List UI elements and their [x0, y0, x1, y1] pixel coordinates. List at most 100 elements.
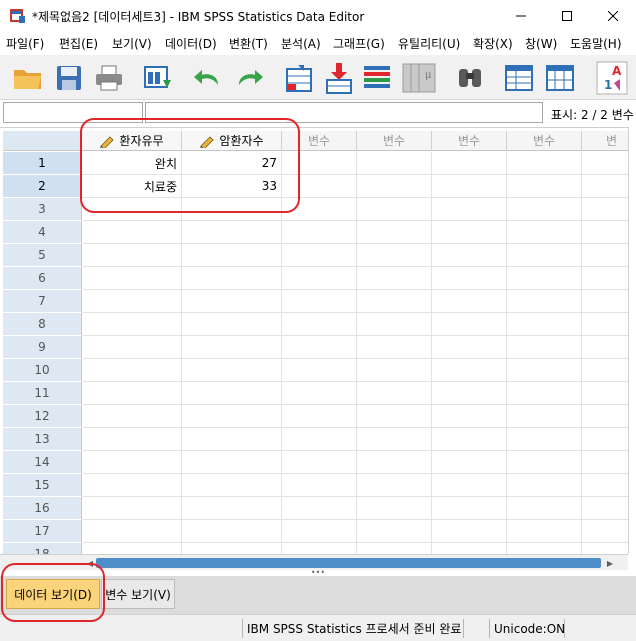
grid-cell[interactable] [582, 405, 628, 428]
close-button[interactable] [590, 0, 636, 31]
grid-cell[interactable] [282, 267, 357, 290]
grid-cell[interactable] [357, 244, 432, 267]
tab-data-view[interactable]: 데이터 보기(D) [6, 579, 100, 609]
grid-cell[interactable] [82, 359, 182, 382]
grid-cell[interactable] [82, 313, 182, 336]
maximize-button[interactable] [544, 0, 590, 31]
grid-cell[interactable] [357, 267, 432, 290]
row-header[interactable]: 3 [3, 198, 82, 221]
grid-cell[interactable] [582, 244, 628, 267]
grid-cell[interactable] [282, 244, 357, 267]
grid-cell[interactable] [507, 221, 582, 244]
grid-cell[interactable] [182, 221, 282, 244]
grid-cell[interactable] [282, 152, 357, 175]
column-header[interactable]: 변수 [432, 131, 507, 151]
grid-cell[interactable] [182, 428, 282, 451]
grid-cell[interactable] [582, 336, 628, 359]
grid-cell[interactable] [507, 497, 582, 520]
grid-cell[interactable] [357, 520, 432, 543]
grid-cell[interactable] [432, 244, 507, 267]
grid-cell[interactable] [507, 520, 582, 543]
grid-cell[interactable] [82, 267, 182, 290]
grid-cell[interactable] [282, 382, 357, 405]
grid-cell[interactable] [182, 313, 282, 336]
column-header[interactable]: 변수 [357, 131, 432, 151]
go-to-case-button[interactable] [281, 60, 317, 96]
grid-cell[interactable] [507, 244, 582, 267]
grid-cell[interactable] [432, 267, 507, 290]
grid-cell[interactable] [282, 451, 357, 474]
grid-cell[interactable]: 27 [182, 152, 282, 175]
grid-cell[interactable] [82, 382, 182, 405]
vertical-scrollbar[interactable] [628, 127, 636, 554]
column-header[interactable]: 환자유무 [82, 131, 182, 151]
grid-cell[interactable] [282, 474, 357, 497]
grid-cell[interactable] [282, 336, 357, 359]
cell-reference-field[interactable] [3, 102, 143, 123]
grid-cell[interactable] [182, 244, 282, 267]
grid-cell[interactable] [182, 451, 282, 474]
grid-cell[interactable] [182, 267, 282, 290]
grid-cell[interactable] [182, 359, 282, 382]
grid-cell[interactable] [432, 221, 507, 244]
grid-cell[interactable] [432, 290, 507, 313]
grid-cell[interactable] [507, 382, 582, 405]
grid-cell[interactable] [507, 152, 582, 175]
grid-cell[interactable] [582, 428, 628, 451]
save-button[interactable] [51, 60, 87, 96]
grid-cell[interactable]: 33 [182, 175, 282, 198]
grid-cell[interactable]: 완치 [82, 152, 182, 175]
row-header[interactable]: 13 [3, 428, 82, 451]
grid-cell[interactable] [182, 198, 282, 221]
grid-cell[interactable] [82, 198, 182, 221]
grid-cell[interactable] [282, 175, 357, 198]
grid-cell[interactable] [432, 428, 507, 451]
grid-cell[interactable] [507, 405, 582, 428]
grid-cell[interactable] [507, 267, 582, 290]
grid-cell[interactable] [82, 497, 182, 520]
grid-cell[interactable] [282, 428, 357, 451]
grid-cell[interactable] [582, 175, 628, 198]
grid-cell[interactable] [432, 313, 507, 336]
grid-cell[interactable] [182, 382, 282, 405]
grid-cell[interactable] [507, 175, 582, 198]
grid-cell[interactable] [357, 290, 432, 313]
grid-cell[interactable] [357, 543, 432, 554]
grid-cell[interactable] [582, 451, 628, 474]
grid-cell[interactable] [282, 359, 357, 382]
grid-cell[interactable] [357, 175, 432, 198]
column-header[interactable]: 변 [582, 131, 628, 151]
column-header[interactable]: 변수 [507, 131, 582, 151]
grid-cell[interactable] [82, 474, 182, 497]
grid-cell[interactable] [357, 451, 432, 474]
grid-cell[interactable] [82, 520, 182, 543]
grid-cell[interactable] [357, 221, 432, 244]
row-header[interactable]: 18 [3, 543, 82, 554]
grid-cell[interactable] [357, 336, 432, 359]
grid-cell[interactable]: 치료중 [82, 175, 182, 198]
grid-cell[interactable] [432, 497, 507, 520]
grid-view-button[interactable] [542, 60, 578, 96]
grid-cell[interactable] [182, 290, 282, 313]
menu-help[interactable]: 도움말(H) [570, 35, 622, 52]
row-header[interactable]: 6 [3, 267, 82, 290]
minimize-button[interactable] [498, 0, 544, 31]
grid-cell[interactable] [357, 198, 432, 221]
recall-dialog-button[interactable] [140, 60, 176, 96]
redo-button[interactable] [232, 60, 268, 96]
row-header[interactable]: 15 [3, 474, 82, 497]
insert-variable-button[interactable] [359, 60, 395, 96]
find-button[interactable] [452, 60, 488, 96]
grid-cell[interactable] [432, 451, 507, 474]
menu-window[interactable]: 창(W) [525, 35, 557, 52]
grid-cell[interactable] [82, 336, 182, 359]
grid-cell[interactable] [507, 428, 582, 451]
row-header[interactable]: 9 [3, 336, 82, 359]
row-header[interactable]: 2 [3, 175, 82, 198]
grid-cell[interactable] [582, 382, 628, 405]
grid-cell[interactable] [507, 543, 582, 554]
grid-cell[interactable] [182, 405, 282, 428]
horizontal-scroll-thumb[interactable] [96, 558, 601, 568]
open-file-button[interactable] [10, 60, 46, 96]
grid-cell[interactable] [582, 474, 628, 497]
